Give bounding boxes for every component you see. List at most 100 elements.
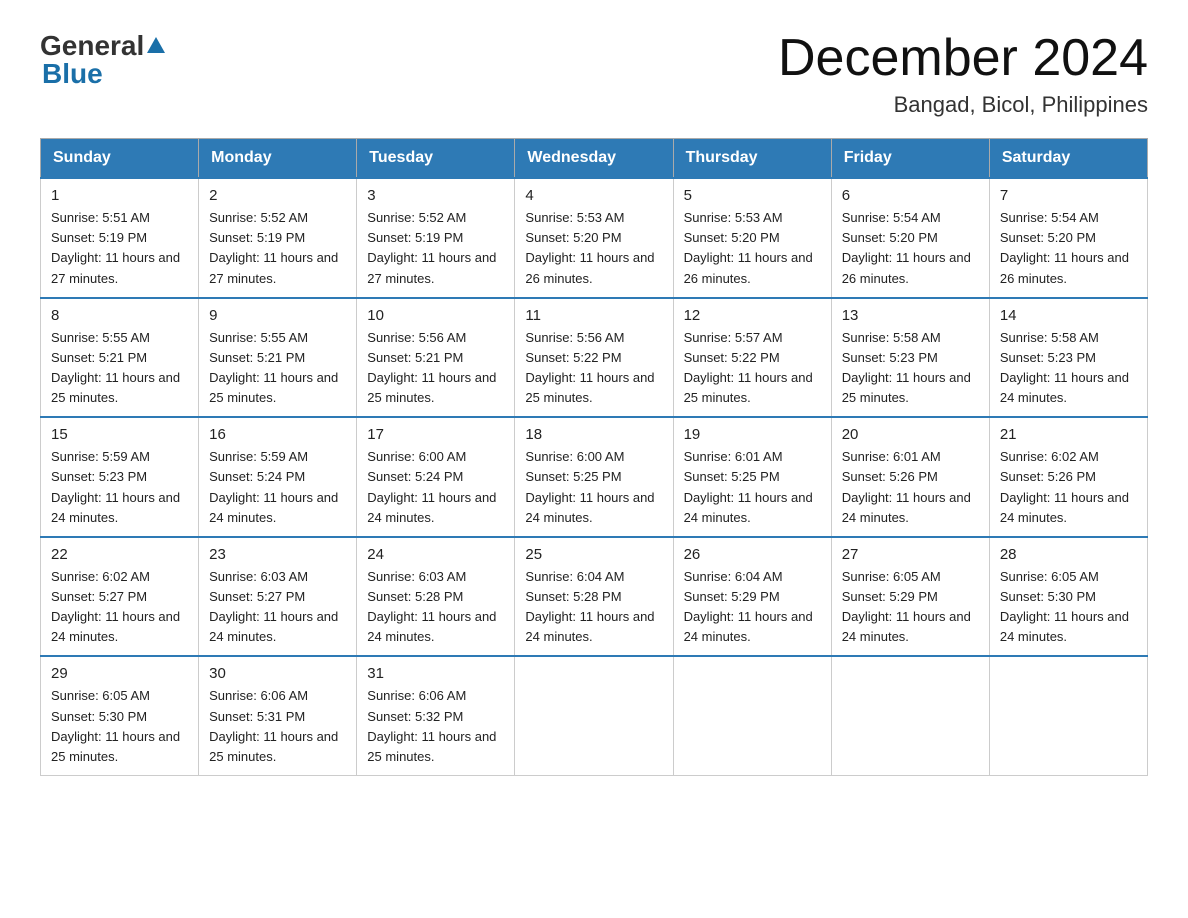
daylight-label: Daylight: 11 hours and 24 minutes. xyxy=(684,490,813,525)
week-row-5: 29 Sunrise: 6:05 AM Sunset: 5:30 PM Dayl… xyxy=(41,656,1148,775)
day-number: 30 xyxy=(209,665,346,682)
day-info: Sunrise: 5:53 AM Sunset: 5:20 PM Dayligh… xyxy=(684,208,821,289)
sunrise-label: Sunrise: 5:51 AM xyxy=(51,210,150,225)
day-info: Sunrise: 5:54 AM Sunset: 5:20 PM Dayligh… xyxy=(842,208,979,289)
day-info: Sunrise: 6:01 AM Sunset: 5:26 PM Dayligh… xyxy=(842,447,979,528)
sunset-label: Sunset: 5:27 PM xyxy=(51,589,147,604)
calendar-cell: 5 Sunrise: 5:53 AM Sunset: 5:20 PM Dayli… xyxy=(673,178,831,298)
daylight-label: Daylight: 11 hours and 24 minutes. xyxy=(1000,370,1129,405)
sunset-label: Sunset: 5:22 PM xyxy=(525,350,621,365)
calendar-cell: 24 Sunrise: 6:03 AM Sunset: 5:28 PM Dayl… xyxy=(357,537,515,657)
daylight-label: Daylight: 11 hours and 26 minutes. xyxy=(684,250,813,285)
sunset-label: Sunset: 5:20 PM xyxy=(1000,230,1096,245)
day-number: 17 xyxy=(367,426,504,443)
calendar-cell: 17 Sunrise: 6:00 AM Sunset: 5:24 PM Dayl… xyxy=(357,417,515,537)
day-number: 23 xyxy=(209,546,346,563)
day-number: 31 xyxy=(367,665,504,682)
daylight-label: Daylight: 11 hours and 27 minutes. xyxy=(51,250,180,285)
calendar-header-tuesday: Tuesday xyxy=(357,139,515,179)
day-info: Sunrise: 6:05 AM Sunset: 5:30 PM Dayligh… xyxy=(51,686,188,767)
calendar-cell: 3 Sunrise: 5:52 AM Sunset: 5:19 PM Dayli… xyxy=(357,178,515,298)
day-info: Sunrise: 6:03 AM Sunset: 5:28 PM Dayligh… xyxy=(367,567,504,648)
sunrise-label: Sunrise: 6:01 AM xyxy=(684,449,783,464)
sunrise-label: Sunrise: 5:52 AM xyxy=(367,210,466,225)
sunrise-label: Sunrise: 6:04 AM xyxy=(525,569,624,584)
day-number: 14 xyxy=(1000,307,1137,324)
calendar-cell: 27 Sunrise: 6:05 AM Sunset: 5:29 PM Dayl… xyxy=(831,537,989,657)
sunset-label: Sunset: 5:25 PM xyxy=(684,469,780,484)
calendar-cell: 16 Sunrise: 5:59 AM Sunset: 5:24 PM Dayl… xyxy=(199,417,357,537)
day-info: Sunrise: 5:55 AM Sunset: 5:21 PM Dayligh… xyxy=(209,328,346,409)
daylight-label: Daylight: 11 hours and 24 minutes. xyxy=(525,490,654,525)
sunset-label: Sunset: 5:20 PM xyxy=(525,230,621,245)
day-number: 12 xyxy=(684,307,821,324)
sunset-label: Sunset: 5:24 PM xyxy=(367,469,463,484)
calendar-cell: 26 Sunrise: 6:04 AM Sunset: 5:29 PM Dayl… xyxy=(673,537,831,657)
sunset-label: Sunset: 5:25 PM xyxy=(525,469,621,484)
sunset-label: Sunset: 5:23 PM xyxy=(1000,350,1096,365)
daylight-label: Daylight: 11 hours and 24 minutes. xyxy=(367,490,496,525)
sunrise-label: Sunrise: 5:55 AM xyxy=(51,330,150,345)
day-info: Sunrise: 5:56 AM Sunset: 5:22 PM Dayligh… xyxy=(525,328,662,409)
calendar-cell: 7 Sunrise: 5:54 AM Sunset: 5:20 PM Dayli… xyxy=(989,178,1147,298)
day-info: Sunrise: 5:55 AM Sunset: 5:21 PM Dayligh… xyxy=(51,328,188,409)
sunrise-label: Sunrise: 6:03 AM xyxy=(209,569,308,584)
calendar-header-wednesday: Wednesday xyxy=(515,139,673,179)
sunset-label: Sunset: 5:22 PM xyxy=(684,350,780,365)
day-number: 10 xyxy=(367,307,504,324)
sunrise-label: Sunrise: 6:00 AM xyxy=(367,449,466,464)
daylight-label: Daylight: 11 hours and 25 minutes. xyxy=(525,370,654,405)
sunset-label: Sunset: 5:28 PM xyxy=(367,589,463,604)
day-info: Sunrise: 5:58 AM Sunset: 5:23 PM Dayligh… xyxy=(842,328,979,409)
day-number: 6 xyxy=(842,187,979,204)
day-info: Sunrise: 5:57 AM Sunset: 5:22 PM Dayligh… xyxy=(684,328,821,409)
day-number: 7 xyxy=(1000,187,1137,204)
week-row-4: 22 Sunrise: 6:02 AM Sunset: 5:27 PM Dayl… xyxy=(41,537,1148,657)
daylight-label: Daylight: 11 hours and 25 minutes. xyxy=(684,370,813,405)
logo-blue-text: Blue xyxy=(42,58,103,90)
sunrise-label: Sunrise: 6:05 AM xyxy=(51,688,150,703)
day-number: 24 xyxy=(367,546,504,563)
day-info: Sunrise: 5:59 AM Sunset: 5:24 PM Dayligh… xyxy=(209,447,346,528)
calendar-cell: 18 Sunrise: 6:00 AM Sunset: 5:25 PM Dayl… xyxy=(515,417,673,537)
daylight-label: Daylight: 11 hours and 24 minutes. xyxy=(684,609,813,644)
daylight-label: Daylight: 11 hours and 26 minutes. xyxy=(525,250,654,285)
daylight-label: Daylight: 11 hours and 24 minutes. xyxy=(51,490,180,525)
calendar-cell xyxy=(989,656,1147,775)
sunset-label: Sunset: 5:30 PM xyxy=(51,709,147,724)
calendar-cell: 13 Sunrise: 5:58 AM Sunset: 5:23 PM Dayl… xyxy=(831,298,989,418)
calendar-header-friday: Friday xyxy=(831,139,989,179)
day-number: 29 xyxy=(51,665,188,682)
sunrise-label: Sunrise: 5:59 AM xyxy=(51,449,150,464)
day-info: Sunrise: 6:02 AM Sunset: 5:26 PM Dayligh… xyxy=(1000,447,1137,528)
daylight-label: Daylight: 11 hours and 24 minutes. xyxy=(209,609,338,644)
sunset-label: Sunset: 5:29 PM xyxy=(684,589,780,604)
sunrise-label: Sunrise: 5:55 AM xyxy=(209,330,308,345)
daylight-label: Daylight: 11 hours and 27 minutes. xyxy=(209,250,338,285)
sunset-label: Sunset: 5:21 PM xyxy=(367,350,463,365)
sunrise-label: Sunrise: 5:56 AM xyxy=(525,330,624,345)
daylight-label: Daylight: 11 hours and 24 minutes. xyxy=(842,490,971,525)
daylight-label: Daylight: 11 hours and 25 minutes. xyxy=(51,729,180,764)
sunset-label: Sunset: 5:20 PM xyxy=(842,230,938,245)
sunrise-label: Sunrise: 5:54 AM xyxy=(842,210,941,225)
calendar-cell: 20 Sunrise: 6:01 AM Sunset: 5:26 PM Dayl… xyxy=(831,417,989,537)
sunset-label: Sunset: 5:23 PM xyxy=(51,469,147,484)
day-number: 5 xyxy=(684,187,821,204)
day-info: Sunrise: 5:52 AM Sunset: 5:19 PM Dayligh… xyxy=(209,208,346,289)
calendar-table: SundayMondayTuesdayWednesdayThursdayFrid… xyxy=(40,138,1148,776)
calendar-cell xyxy=(831,656,989,775)
daylight-label: Daylight: 11 hours and 25 minutes. xyxy=(209,370,338,405)
sunrise-label: Sunrise: 6:02 AM xyxy=(51,569,150,584)
sunrise-label: Sunrise: 5:53 AM xyxy=(525,210,624,225)
calendar-cell xyxy=(515,656,673,775)
sunset-label: Sunset: 5:26 PM xyxy=(1000,469,1096,484)
daylight-label: Daylight: 11 hours and 25 minutes. xyxy=(367,370,496,405)
calendar-cell: 21 Sunrise: 6:02 AM Sunset: 5:26 PM Dayl… xyxy=(989,417,1147,537)
calendar-cell: 30 Sunrise: 6:06 AM Sunset: 5:31 PM Dayl… xyxy=(199,656,357,775)
day-info: Sunrise: 5:54 AM Sunset: 5:20 PM Dayligh… xyxy=(1000,208,1137,289)
calendar-cell: 1 Sunrise: 5:51 AM Sunset: 5:19 PM Dayli… xyxy=(41,178,199,298)
sunrise-label: Sunrise: 5:58 AM xyxy=(1000,330,1099,345)
daylight-label: Daylight: 11 hours and 24 minutes. xyxy=(842,609,971,644)
day-number: 26 xyxy=(684,546,821,563)
